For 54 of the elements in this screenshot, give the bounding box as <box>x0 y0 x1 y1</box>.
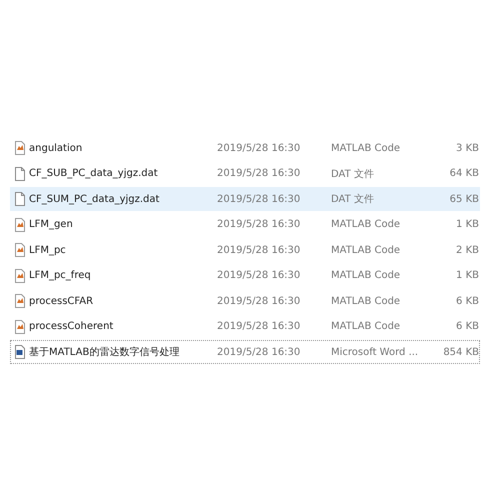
matlab-file-icon <box>14 268 26 282</box>
file-row[interactable]: CF_SUM_PC_data_yjgz.dat 2019/5/28 16:30 DAT 文件 65 KB <box>10 187 480 211</box>
document-icon <box>14 345 26 359</box>
file-size: 6 KB <box>455 296 479 306</box>
file-row[interactable]: processCFAR 2019/5/28 16:30 MATLAB Code 6 KB <box>10 289 480 313</box>
file-name: CF_SUB_PC_data_yjgz.dat <box>29 168 159 179</box>
matlab-file-icon <box>14 218 26 232</box>
file-name: LFM_pc <box>29 244 67 256</box>
file-icon <box>14 166 26 180</box>
file-type: MATLAB Code <box>331 270 402 281</box>
file-name: LFM_pc_freq <box>29 270 92 281</box>
modified-date: 2019/5/28 16:30 <box>217 194 302 204</box>
matlab-file-icon <box>14 320 26 334</box>
file-size: 3 KB <box>455 142 479 154</box>
modified-date: 2019/5/28 16:30 <box>217 219 302 230</box>
file-icon <box>14 192 26 206</box>
file-name: LFM_gen <box>29 219 74 230</box>
matlab-file-icon <box>14 294 26 308</box>
modified-date: 2019/5/28 16:30 <box>217 168 302 179</box>
modified-date: 2019/5/28 16:30 <box>217 244 302 256</box>
modified-date: 2019/5/28 16:30 <box>217 346 302 358</box>
matlab-file-icon <box>14 141 26 155</box>
file-row[interactable]: CF_SUB_PC_data_yjgz.dat 2019/5/28 16:30 DAT 文件 64 KB <box>10 162 480 186</box>
file-type: MATLAB Code <box>331 142 402 154</box>
file-type: MATLAB Code <box>331 219 402 230</box>
file-size: 65 KB <box>448 194 479 204</box>
file-size: 854 KB <box>442 346 479 358</box>
modified-date: 2019/5/28 16:30 <box>217 270 302 281</box>
file-name: processCFAR <box>29 296 94 306</box>
file-type: Microsoft Word ... <box>331 346 420 358</box>
matlab-file-icon <box>14 243 26 257</box>
file-type: DAT 文件 <box>331 168 375 180</box>
file-size: 1 KB <box>455 219 479 230</box>
file-type: MATLAB Code <box>331 321 402 332</box>
file-size: 1 KB <box>455 270 479 281</box>
file-type: MATLAB Code <box>331 296 402 306</box>
file-type: DAT 文件 <box>331 192 375 206</box>
modified-date: 2019/5/28 16:30 <box>217 321 302 332</box>
file-name: 基于MATLAB的雷达数字信号处理 <box>29 346 180 359</box>
file-row[interactable]: LFM_pc 2019/5/28 16:30 MATLAB Code 2 KB <box>10 238 480 262</box>
file-row[interactable]: angulation 2019/5/28 16:30 MATLAB Code 3 KB <box>10 136 480 160</box>
file-type: MATLAB Code <box>331 244 402 256</box>
modified-date: 2019/5/28 16:30 <box>217 296 302 306</box>
file-name: angulation <box>29 142 84 154</box>
file-row[interactable]: LFM_gen 2019/5/28 16:30 MATLAB Code 1 KB <box>10 212 480 236</box>
modified-date: 2019/5/28 16:30 <box>217 142 302 154</box>
file-size: 2 KB <box>455 244 479 256</box>
file-name: processCoherent <box>29 321 114 332</box>
file-row[interactable]: LFM_pc_freq 2019/5/28 16:30 MATLAB Code 1 KB <box>10 264 480 288</box>
file-row[interactable]: processCoherent 2019/5/28 16:30 MATLAB Code 6 KB <box>10 314 480 338</box>
file-size: 64 KB <box>448 168 479 179</box>
file-name: CF_SUM_PC_data_yjgz.dat <box>29 194 160 204</box>
file-row[interactable]: 基于MATLAB的雷达数字信号处理 2019/5/28 16:30 Microsoft Word ... 854 KB <box>10 340 480 364</box>
file-size: 6 KB <box>455 321 479 332</box>
